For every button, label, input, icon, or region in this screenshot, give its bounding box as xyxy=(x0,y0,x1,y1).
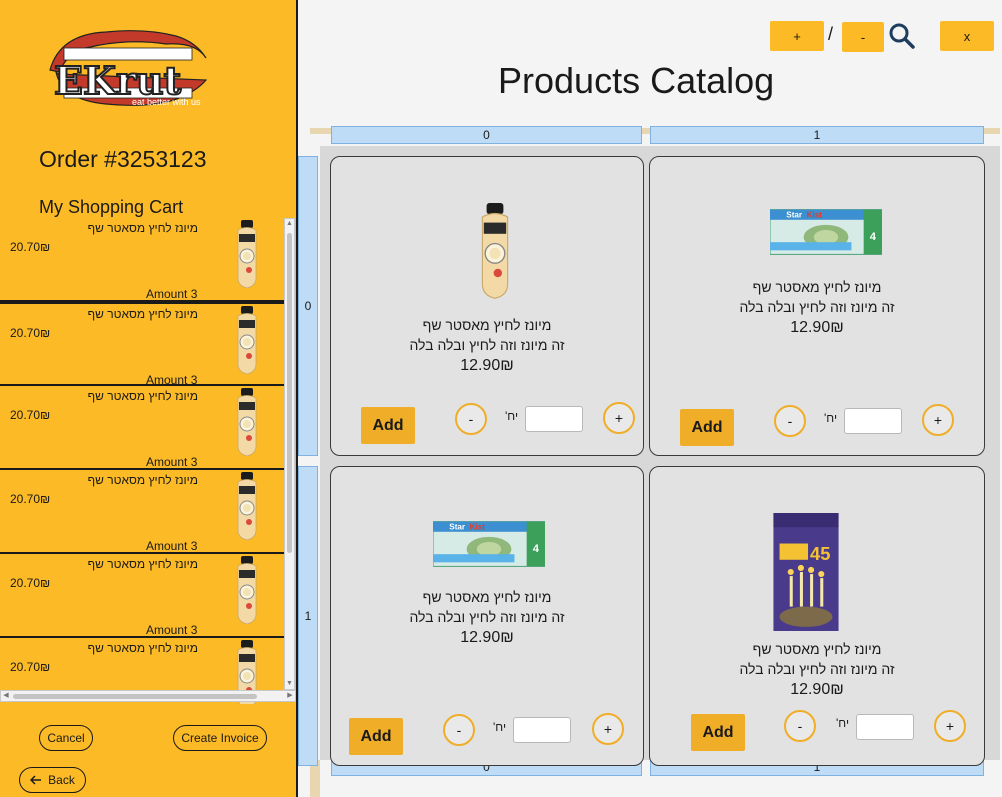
arrow-left-icon xyxy=(30,775,42,785)
cart-item-amount: Amount 3 xyxy=(146,373,198,387)
product-name: מיונז לחיץ מאסטר שף xyxy=(752,279,882,295)
quantity-input[interactable] xyxy=(525,406,583,432)
increase-button[interactable]: + xyxy=(922,404,954,436)
cart-item-name: מיונז לחיץ מסאטר שף xyxy=(87,221,198,235)
unit-label: יח' xyxy=(493,720,507,734)
decrease-button[interactable]: - xyxy=(774,405,806,437)
mayo-bottle-image xyxy=(237,472,257,541)
increase-button[interactable]: + xyxy=(934,710,966,742)
order-title: Order #3253123 xyxy=(39,146,207,172)
unit-label: יח' xyxy=(505,409,519,423)
column-header: 0 xyxy=(331,126,642,144)
cart-item-name: מיונז לחיץ מסאטר שף xyxy=(87,389,198,403)
product-price: 12.90₪ xyxy=(790,319,844,336)
mayo-bottle-image xyxy=(237,556,257,625)
product-description: זה מיונז וזה לחיץ ובלה בלה xyxy=(739,299,895,315)
cart-item-name: מיונז לחיץ מסאטר שף xyxy=(87,557,198,571)
create-invoice-label: Create Invoice xyxy=(181,731,259,745)
page-title: Products Catalog xyxy=(498,60,775,101)
unit-label: יח' xyxy=(824,411,838,425)
cart-title: My Shopping Cart xyxy=(39,197,184,217)
cart-item[interactable]: מיונז לחיץ מסאטר שף 20.70₪ Amount 3 xyxy=(0,386,284,470)
cart-item-name: מיונז לחיץ מסאטר שף xyxy=(87,641,198,655)
cart-item[interactable]: מיונז לחיץ מסאטר שף 20.70₪ Amount 3 xyxy=(0,470,284,554)
scroll-up-icon[interactable]: ▲ xyxy=(285,219,294,229)
cart-item-name: מיונז לחיץ מסאטר שף xyxy=(87,307,198,321)
unit-label: יח' xyxy=(836,716,850,730)
product-price: 12.90₪ xyxy=(460,629,514,646)
zoom-out-button[interactable]: - xyxy=(842,22,884,52)
cancel-label: Cancel xyxy=(47,731,85,745)
tuna-pack-image xyxy=(433,521,545,567)
cart-horizontal-scrollbar[interactable]: ◀ ▶ xyxy=(0,690,296,702)
mayo-bottle-image xyxy=(237,220,257,289)
mayo-bottle-image xyxy=(481,202,509,299)
quantity-input[interactable] xyxy=(856,714,914,740)
increase-button[interactable]: + xyxy=(603,402,635,434)
create-invoice-button[interactable]: Create Invoice xyxy=(173,725,267,751)
product-price: 12.90₪ xyxy=(460,357,514,374)
search-icon[interactable] xyxy=(888,22,916,50)
back-button[interactable]: Back xyxy=(19,767,86,793)
cart-item-price: 20.70₪ xyxy=(10,492,51,506)
scroll-left-icon[interactable]: ◀ xyxy=(1,691,11,701)
decrease-button[interactable]: - xyxy=(784,710,816,742)
column-header: 1 xyxy=(650,126,984,144)
add-button[interactable]: Add xyxy=(691,714,745,751)
cancel-button[interactable]: Cancel xyxy=(39,725,93,751)
decrease-button[interactable]: - xyxy=(443,714,475,746)
scroll-right-icon[interactable]: ▶ xyxy=(285,691,295,701)
cart-list[interactable]: מיונז לחיץ מסאטר שף 20.70₪ Amount 3 מיונ… xyxy=(0,218,296,704)
scroll-down-icon[interactable]: ▼ xyxy=(285,679,294,689)
cart-item-amount: Amount 3 xyxy=(146,287,198,301)
product-description: זה מיונז וזה לחיץ ובלה בלה xyxy=(409,337,565,353)
add-button[interactable]: Add xyxy=(349,718,403,755)
hanukkah-candles-image xyxy=(773,513,839,631)
cart-item-price: 20.70₪ xyxy=(10,576,51,590)
product-description: זה מיונז וזה לחיץ ובלה בלה xyxy=(739,661,895,677)
product-card: מיונז לחיץ מאסטר שף זה מיונז וזה לחיץ וב… xyxy=(649,466,985,766)
product-card: מיונז לחיץ מאסטר שף זה מיונז וזה לחיץ וב… xyxy=(330,156,644,456)
product-price: 12.90₪ xyxy=(790,681,844,698)
zoom-in-button[interactable]: + xyxy=(770,21,824,51)
left-panel: EKrut eat better with us Order #3253123 … xyxy=(0,0,298,797)
scrollbar-thumb[interactable] xyxy=(287,233,292,553)
back-label: Back xyxy=(48,773,75,787)
cart-item-amount: Amount 3 xyxy=(146,539,198,553)
product-name: מיונז לחיץ מאסטר שף xyxy=(752,641,882,657)
ekrut-logo: EKrut eat better with us xyxy=(46,30,236,112)
cart-item-price: 20.70₪ xyxy=(10,240,51,254)
cart-item-amount: Amount 3 xyxy=(146,623,198,637)
mayo-bottle-image xyxy=(237,306,257,375)
quantity-input[interactable] xyxy=(513,717,571,743)
row-header: 1 xyxy=(298,466,318,766)
cart-vertical-scrollbar[interactable]: ▲ ▼ xyxy=(284,218,295,690)
mayo-bottle-image xyxy=(237,388,257,457)
product-card: מיונז לחיץ מאסטר שף זה מיונז וזה לחיץ וב… xyxy=(649,156,985,456)
catalog-panel: + / - x Products Catalog 0 1 0 1 0 1 מיו… xyxy=(298,0,1002,797)
scrollbar-thumb[interactable] xyxy=(13,694,257,699)
tuna-pack-image xyxy=(770,209,882,255)
add-button[interactable]: Add xyxy=(361,407,415,444)
cart-item-name: מיונז לחיץ מסאטר שף xyxy=(87,473,198,487)
cart-item-amount: Amount 3 xyxy=(146,455,198,469)
cart-item[interactable]: מיונז לחיץ מסאטר שף 20.70₪ Amount 3 xyxy=(0,302,284,387)
product-name: מיונז לחיץ מאסטר שף xyxy=(422,589,552,605)
toolbar-separator: / xyxy=(828,24,834,44)
product-name: מיונז לחיץ מאסטר שף xyxy=(422,317,552,333)
cart-item-price: 20.70₪ xyxy=(10,408,51,422)
product-card: מיונז לחיץ מאסטר שף זה מיונז וזה לחיץ וב… xyxy=(330,466,644,766)
cart-item-price: 20.70₪ xyxy=(10,660,51,674)
cart-item-price: 20.70₪ xyxy=(10,326,51,340)
row-header: 0 xyxy=(298,156,318,456)
close-button[interactable]: x xyxy=(940,21,994,51)
cart-item[interactable]: מיונז לחיץ מסאטר שף 20.70₪ Amount 3 xyxy=(0,554,284,638)
logo-tagline: eat better with us xyxy=(132,97,201,107)
decrease-button[interactable]: - xyxy=(455,403,487,435)
product-description: זה מיונז וזה לחיץ ובלה בלה xyxy=(409,609,565,625)
cart-item[interactable]: מיונז לחיץ מסאטר שף 20.70₪ Amount 3 xyxy=(0,218,284,302)
increase-button[interactable]: + xyxy=(592,713,624,745)
add-button[interactable]: Add xyxy=(680,409,734,446)
quantity-input[interactable] xyxy=(844,408,902,434)
